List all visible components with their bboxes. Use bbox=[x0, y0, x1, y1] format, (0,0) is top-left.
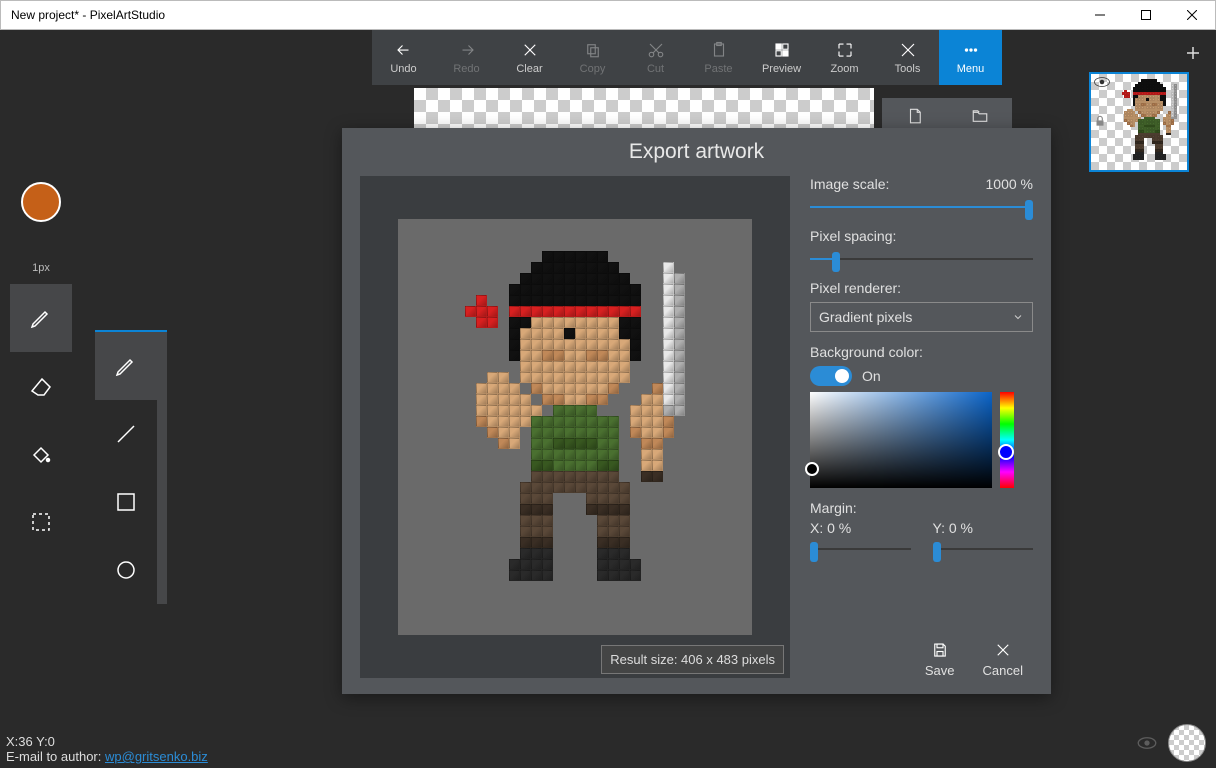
email-prefix: E-mail to author: bbox=[6, 749, 105, 764]
pixel-spacing-slider[interactable] bbox=[810, 250, 1033, 268]
preview-button[interactable]: Preview bbox=[750, 30, 813, 85]
select-tool[interactable] bbox=[10, 488, 72, 556]
saturation-handle[interactable] bbox=[805, 462, 819, 476]
main-toolbar: Undo Redo Clear Copy Cut Paste Preview Z… bbox=[372, 30, 1002, 85]
chevron-down-icon bbox=[1012, 311, 1024, 323]
result-size-label: Result size: 406 x 483 pixels bbox=[601, 645, 784, 674]
export-dialog: Export artwork Result size: 406 x 483 pi… bbox=[342, 128, 1051, 694]
clear-button[interactable]: Clear bbox=[498, 30, 561, 85]
image-scale-slider[interactable] bbox=[810, 198, 1033, 216]
color-hue-bar[interactable] bbox=[1000, 392, 1014, 488]
margin-x-slider[interactable] bbox=[810, 540, 911, 558]
background-color-circle[interactable] bbox=[1168, 724, 1206, 762]
pencil-tool[interactable] bbox=[10, 284, 72, 352]
margin-y-value: Y: 0 % bbox=[933, 520, 1034, 536]
close-button[interactable] bbox=[1169, 1, 1215, 29]
titlebar: New project* - PixelArtStudio bbox=[0, 0, 1216, 30]
layers-panel bbox=[1081, 30, 1216, 768]
fill-tool[interactable] bbox=[10, 420, 72, 488]
tools-button[interactable]: Tools bbox=[876, 30, 939, 85]
lock-icon[interactable] bbox=[1093, 114, 1107, 128]
pixel-art-preview bbox=[443, 251, 707, 603]
undo-button[interactable]: Undo bbox=[372, 30, 435, 85]
foreground-color-swatch[interactable] bbox=[21, 182, 61, 222]
layer-thumbnail bbox=[1116, 79, 1182, 165]
bottom-right-controls bbox=[1136, 724, 1206, 762]
cut-button[interactable]: Cut bbox=[624, 30, 687, 85]
hue-handle[interactable] bbox=[998, 444, 1014, 460]
minimize-button[interactable] bbox=[1077, 1, 1123, 29]
menu-button[interactable]: Menu bbox=[939, 30, 1002, 85]
pixel-renderer-value: Gradient pixels bbox=[819, 309, 912, 325]
paste-button[interactable]: Paste bbox=[687, 30, 750, 85]
zoom-button[interactable]: Zoom bbox=[813, 30, 876, 85]
eraser-tool[interactable] bbox=[10, 352, 72, 420]
window-title: New project* - PixelArtStudio bbox=[11, 8, 165, 22]
author-email-link[interactable]: wp@gritsenko.biz bbox=[105, 749, 208, 764]
eye-icon[interactable] bbox=[1093, 76, 1111, 88]
margin-x-value: X: 0 % bbox=[810, 520, 911, 536]
pixel-spacing-label: Pixel spacing: bbox=[810, 228, 896, 244]
left-tool-panel: 1px bbox=[0, 30, 72, 768]
maximize-button[interactable] bbox=[1123, 1, 1169, 29]
cancel-button[interactable]: Cancel bbox=[983, 641, 1023, 678]
coords-label: X:36 Y:0 bbox=[6, 734, 208, 749]
copy-button[interactable]: Copy bbox=[561, 30, 624, 85]
redo-button[interactable]: Redo bbox=[435, 30, 498, 85]
export-preview: Result size: 406 x 483 pixels bbox=[360, 176, 790, 678]
pixel-renderer-label: Pixel renderer: bbox=[810, 280, 901, 296]
canvas-area: Undo Redo Clear Copy Cut Paste Preview Z… bbox=[72, 30, 1081, 768]
add-layer-button[interactable] bbox=[1089, 38, 1208, 72]
bg-color-on: On bbox=[862, 368, 881, 384]
save-button[interactable]: Save bbox=[925, 641, 955, 678]
margin-label: Margin: bbox=[810, 500, 857, 516]
layer-item[interactable] bbox=[1089, 72, 1189, 172]
pixel-renderer-select[interactable]: Gradient pixels bbox=[810, 302, 1033, 332]
margin-y-slider[interactable] bbox=[933, 540, 1034, 558]
image-scale-value: 1000 % bbox=[986, 176, 1033, 192]
visibility-icon[interactable] bbox=[1136, 736, 1158, 750]
image-scale-label: Image scale: bbox=[810, 176, 889, 192]
dialog-title: Export artwork bbox=[342, 128, 1051, 176]
brush-size-label: 1px bbox=[10, 262, 72, 274]
bg-color-toggle[interactable] bbox=[810, 366, 852, 386]
status-bar: X:36 Y:0 E-mail to author: wp@gritsenko.… bbox=[6, 734, 208, 764]
color-saturation-box[interactable] bbox=[810, 392, 992, 488]
bg-color-label: Background color: bbox=[810, 344, 923, 360]
